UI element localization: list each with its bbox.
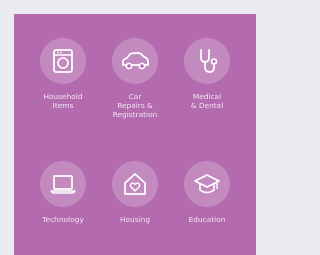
category-medical-dental[interactable]: Medical & Dental [167, 38, 247, 110]
icon-circle [184, 161, 230, 207]
category-label: Household Items [43, 92, 83, 110]
icon-circle [112, 38, 158, 84]
washing-machine-icon [53, 49, 73, 73]
category-label: Car Repairs & Registration [112, 92, 158, 119]
category-education[interactable]: Education [167, 161, 247, 224]
stethoscope-icon [200, 49, 218, 73]
category-household-items[interactable]: Household Items [23, 38, 103, 110]
car-icon [122, 52, 149, 70]
category-panel: Household Items Car Repairs & Registrati… [14, 14, 256, 255]
house-heart-icon [124, 173, 146, 195]
category-label: Technology [42, 215, 84, 224]
graduation-cap-icon [194, 174, 220, 194]
icon-circle [184, 38, 230, 84]
icon-circle [40, 161, 86, 207]
icon-circle [40, 38, 86, 84]
category-label: Education [188, 215, 226, 224]
category-car-repairs[interactable]: Car Repairs & Registration [95, 38, 175, 119]
laptop-icon [50, 175, 76, 194]
icon-circle [112, 161, 158, 207]
category-label: Medical & Dental [190, 92, 224, 110]
category-housing[interactable]: Housing [95, 161, 175, 224]
category-label: Housing [119, 215, 151, 224]
category-technology[interactable]: Technology [23, 161, 103, 224]
